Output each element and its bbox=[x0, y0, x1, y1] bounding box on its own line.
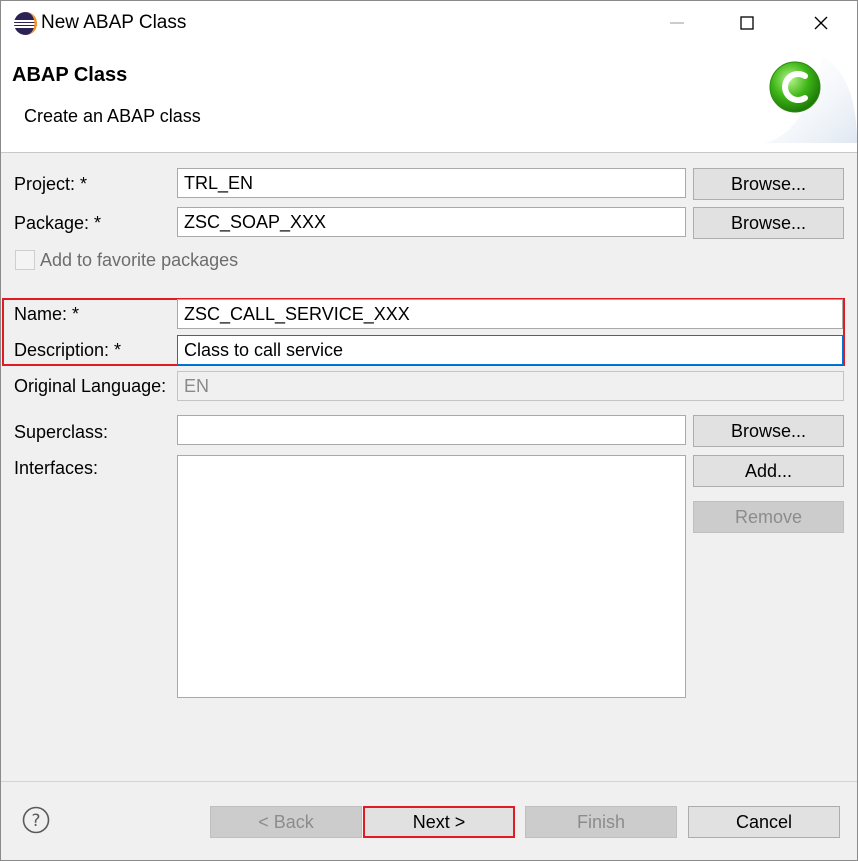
close-button[interactable] bbox=[785, 1, 857, 45]
favorite-label: Add to favorite packages bbox=[40, 250, 239, 270]
name-input[interactable]: ZSC_CALL_SERVICE_XXX bbox=[177, 299, 843, 329]
add-interface-button[interactable]: Add... bbox=[693, 455, 844, 487]
interfaces-list[interactable] bbox=[177, 455, 686, 698]
page-title: ABAP Class bbox=[12, 64, 128, 86]
finish-button[interactable]: Finish bbox=[525, 806, 677, 838]
title-bar: New ABAP Class bbox=[1, 1, 857, 45]
eclipse-icon bbox=[14, 12, 37, 35]
close-icon bbox=[814, 16, 828, 30]
svg-text:?: ? bbox=[31, 811, 40, 831]
project-input[interactable]: TRL_EN bbox=[177, 168, 686, 198]
minimize-button[interactable] bbox=[641, 1, 713, 45]
package-label: Package: * bbox=[14, 213, 102, 233]
project-browse-button[interactable]: Browse... bbox=[693, 168, 844, 200]
minimize-icon bbox=[670, 22, 684, 24]
new-abap-class-dialog: New ABAP Class ABAP Class Create an ABAP… bbox=[0, 0, 858, 861]
wizard-header: ABAP Class Create an ABAP class bbox=[1, 45, 857, 153]
superclass-browse-button[interactable]: Browse... bbox=[693, 415, 844, 447]
language-label: Original Language: bbox=[14, 376, 167, 396]
name-label: Name: * bbox=[14, 304, 80, 324]
superclass-input[interactable] bbox=[177, 415, 686, 445]
page-description: Create an ABAP class bbox=[24, 106, 201, 126]
window-title: New ABAP Class bbox=[41, 12, 187, 33]
abap-class-c-icon bbox=[763, 57, 857, 143]
next-highlight bbox=[363, 806, 515, 838]
maximize-icon bbox=[740, 16, 754, 30]
maximize-button[interactable] bbox=[711, 1, 783, 45]
remove-interface-button[interactable]: Remove bbox=[693, 501, 844, 533]
package-browse-button[interactable]: Browse... bbox=[693, 207, 844, 239]
help-icon[interactable]: ? bbox=[22, 806, 50, 834]
description-input[interactable]: Class to call service bbox=[177, 335, 843, 365]
footer-separator bbox=[1, 781, 857, 782]
favorite-checkbox[interactable] bbox=[15, 250, 35, 270]
superclass-label: Superclass: bbox=[14, 422, 109, 442]
description-label: Description: * bbox=[14, 340, 122, 360]
package-input[interactable]: ZSC_SOAP_XXX bbox=[177, 207, 686, 237]
back-button[interactable]: < Back bbox=[210, 806, 362, 838]
project-label: Project: * bbox=[14, 174, 88, 194]
interfaces-label: Interfaces: bbox=[14, 458, 99, 478]
cancel-button[interactable]: Cancel bbox=[688, 806, 840, 838]
language-input: EN bbox=[177, 371, 844, 401]
